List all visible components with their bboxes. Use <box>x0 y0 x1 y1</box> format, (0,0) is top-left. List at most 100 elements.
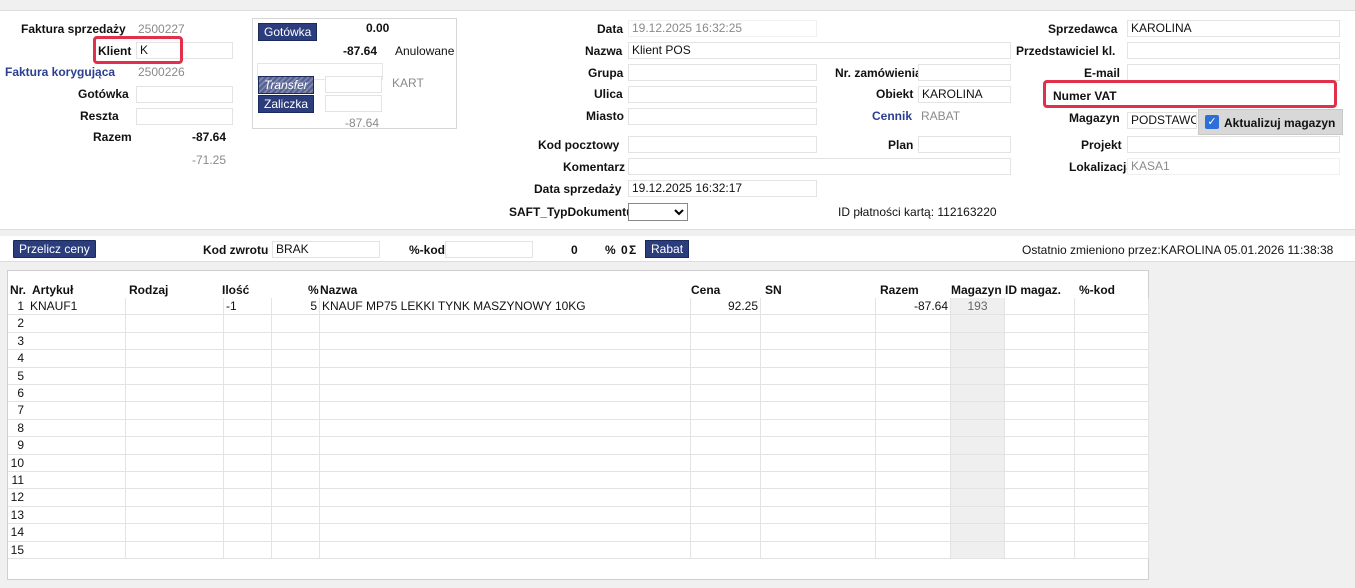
cell-artykul[interactable] <box>28 315 126 333</box>
cell-pct[interactable] <box>272 506 320 525</box>
komentarz-field[interactable] <box>628 158 1011 175</box>
cell-nazwa[interactable] <box>320 472 691 490</box>
cell-id-magaz[interactable] <box>1005 367 1075 385</box>
cell-razem[interactable] <box>876 419 951 438</box>
cell-pkod[interactable] <box>1075 385 1149 403</box>
cell-magazyn[interactable] <box>951 454 1005 472</box>
cell-rodzaj[interactable] <box>126 402 224 420</box>
cell-pkod[interactable] <box>1075 367 1149 385</box>
faktura-sprzedazy-value[interactable]: 2500227 <box>138 22 185 36</box>
pkod-field[interactable] <box>445 241 533 258</box>
cell-magazyn[interactable] <box>951 385 1005 403</box>
cell-artykul[interactable]: KNAUF1 <box>28 298 126 316</box>
cell-sn[interactable] <box>761 367 876 385</box>
cell-cena[interactable] <box>691 506 761 525</box>
table-row[interactable]: 5 <box>8 367 1150 385</box>
cell-nazwa[interactable] <box>320 489 691 507</box>
cell-artykul[interactable] <box>28 472 126 490</box>
cell-ilosc[interactable] <box>224 437 272 455</box>
cell-id-magaz[interactable] <box>1005 332 1075 351</box>
magazyn-field[interactable]: PODSTAWOWY <box>1127 112 1197 129</box>
cell-artykul[interactable] <box>28 402 126 420</box>
cell-artykul[interactable] <box>28 437 126 455</box>
cell-pct[interactable] <box>272 541 320 559</box>
faktura-korygujaca-value[interactable]: 2500226 <box>138 65 185 79</box>
cell-razem[interactable]: -87.64 <box>876 298 951 316</box>
cell-pct[interactable] <box>272 332 320 351</box>
plan-field[interactable] <box>918 136 1011 153</box>
cell-pkod[interactable] <box>1075 315 1149 333</box>
cell-magazyn[interactable]: 193 <box>951 298 1005 316</box>
cell-rodzaj[interactable] <box>126 298 224 316</box>
cell-razem[interactable] <box>876 385 951 403</box>
cell-sn[interactable] <box>761 489 876 507</box>
cell-ilosc[interactable] <box>224 489 272 507</box>
cell-ilosc[interactable] <box>224 524 272 542</box>
cell-nazwa[interactable] <box>320 506 691 525</box>
data-field[interactable]: 19.12.2025 16:32:25 <box>628 20 817 37</box>
cell-pct[interactable]: 5 <box>272 298 320 316</box>
grupa-field[interactable] <box>628 64 817 81</box>
cell-pkod[interactable] <box>1075 541 1149 559</box>
cell-nazwa[interactable] <box>320 367 691 385</box>
table-row[interactable]: 15 <box>8 541 1150 559</box>
cell-pct[interactable] <box>272 524 320 542</box>
data-sprzedazy-field[interactable]: 19.12.2025 16:32:17 <box>628 180 817 197</box>
cell-id-magaz[interactable] <box>1005 541 1075 559</box>
cell-pct[interactable] <box>272 454 320 472</box>
cell-ilosc[interactable] <box>224 402 272 420</box>
cell-pkod[interactable] <box>1075 454 1149 472</box>
cell-razem[interactable] <box>876 350 951 368</box>
cell-razem[interactable] <box>876 454 951 472</box>
table-row[interactable]: 2 <box>8 315 1150 333</box>
cell-cena[interactable] <box>691 541 761 559</box>
cell-pkod[interactable] <box>1075 350 1149 368</box>
cell-magazyn[interactable] <box>951 332 1005 351</box>
aktualizuj-magazyn-toggle[interactable]: ✓ Aktualizuj magazyn <box>1198 109 1343 135</box>
gotowka-field[interactable] <box>136 86 233 103</box>
cell-sn[interactable] <box>761 506 876 525</box>
cell-magazyn[interactable] <box>951 437 1005 455</box>
table-row[interactable]: 11 <box>8 472 1150 490</box>
reszta-field[interactable] <box>136 108 233 125</box>
cell-ilosc[interactable] <box>224 385 272 403</box>
cell-nazwa[interactable] <box>320 541 691 559</box>
cell-pct[interactable] <box>272 489 320 507</box>
cell-pkod[interactable] <box>1075 489 1149 507</box>
table-row[interactable]: 12 <box>8 489 1150 507</box>
cell-rodzaj[interactable] <box>126 489 224 507</box>
cell-ilosc[interactable] <box>224 472 272 490</box>
cell-rodzaj[interactable] <box>126 419 224 438</box>
cell-rodzaj[interactable] <box>126 524 224 542</box>
cell-razem[interactable] <box>876 437 951 455</box>
table-row[interactable]: 9 <box>8 437 1150 455</box>
cell-ilosc[interactable] <box>224 315 272 333</box>
obiekt-field[interactable]: KAROLINA <box>918 86 1011 103</box>
cell-magazyn[interactable] <box>951 402 1005 420</box>
cell-razem[interactable] <box>876 472 951 490</box>
cell-pct[interactable] <box>272 419 320 438</box>
cell-magazyn[interactable] <box>951 524 1005 542</box>
cell-cena[interactable] <box>691 437 761 455</box>
table-row[interactable]: 4 <box>8 350 1150 368</box>
cell-rodzaj[interactable] <box>126 454 224 472</box>
cell-nazwa[interactable] <box>320 437 691 455</box>
cell-magazyn[interactable] <box>951 315 1005 333</box>
cell-artykul[interactable] <box>28 541 126 559</box>
cell-id-magaz[interactable] <box>1005 419 1075 438</box>
cell-pct[interactable] <box>272 472 320 490</box>
table-row[interactable]: 10 <box>8 454 1150 472</box>
cell-cena[interactable] <box>691 315 761 333</box>
cell-id-magaz[interactable] <box>1005 524 1075 542</box>
cell-razem[interactable] <box>876 524 951 542</box>
transfer-field[interactable] <box>325 76 382 93</box>
zaliczka-button[interactable]: Zaliczka <box>258 95 315 113</box>
cennik-value[interactable]: RABAT <box>921 109 960 123</box>
cell-id-magaz[interactable] <box>1005 298 1075 316</box>
cell-id-magaz[interactable] <box>1005 315 1075 333</box>
zaliczka-field[interactable] <box>325 95 382 112</box>
cell-magazyn[interactable] <box>951 489 1005 507</box>
cell-ilosc[interactable] <box>224 367 272 385</box>
saft-select[interactable] <box>628 203 688 221</box>
table-row[interactable]: 1 KNAUF1 -1 5 KNAUF MP75 LEKKI TYNK MASZYNOW… <box>8 298 1150 316</box>
